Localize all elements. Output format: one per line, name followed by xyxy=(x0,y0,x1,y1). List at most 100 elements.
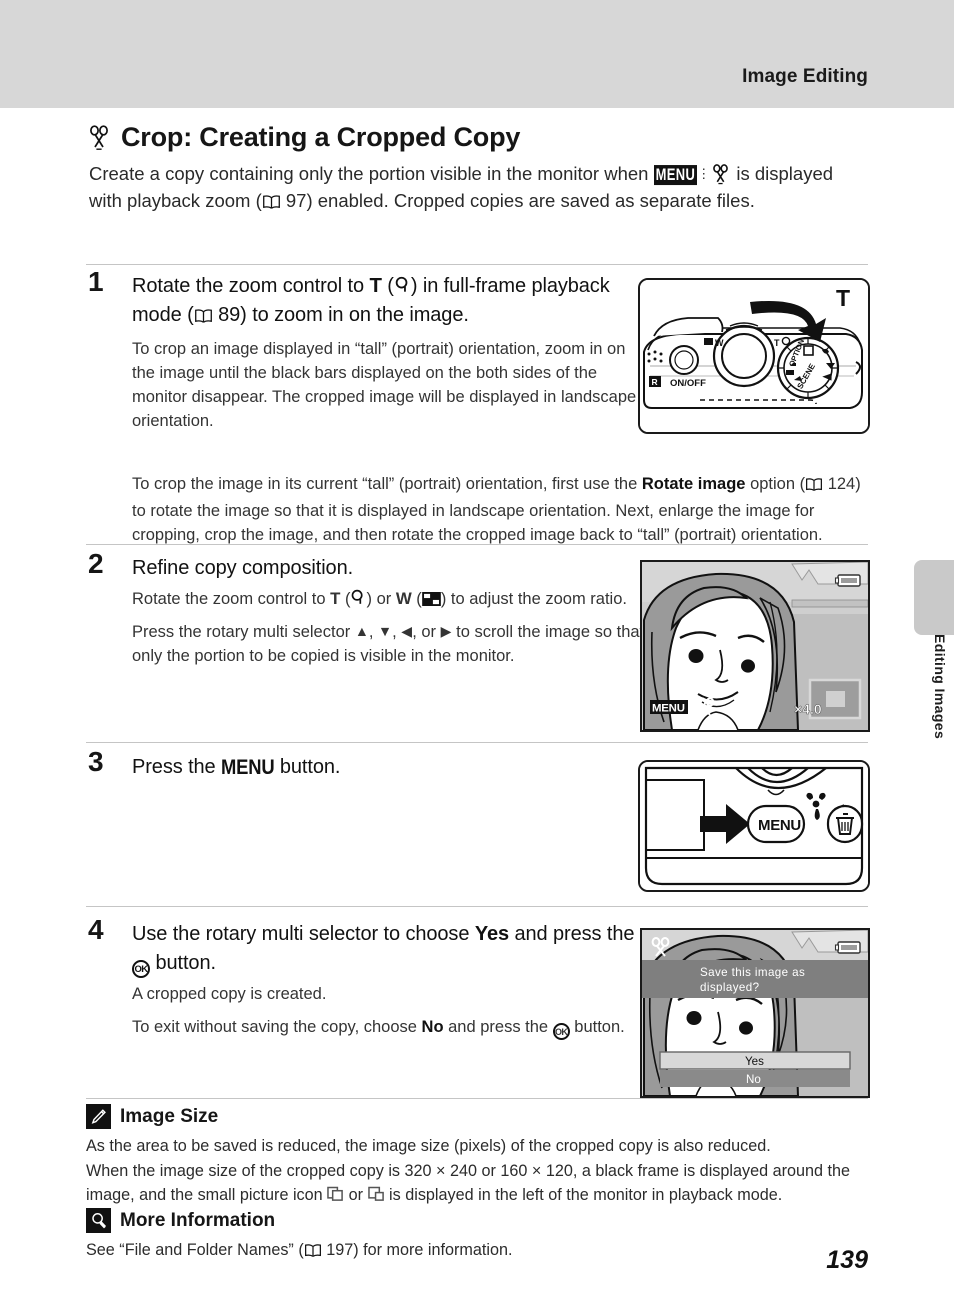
figure-monitor-playback-zoom: MENU : ×4.0 xyxy=(640,560,870,732)
step-2-para-2: Press the rotary multi selector ▲, ▼, ◀,… xyxy=(132,620,652,668)
side-tab-label: Editing Images xyxy=(932,634,948,740)
ok-button-icon: OK xyxy=(552,1023,570,1040)
arrow-down-icon: ▼ xyxy=(378,624,393,640)
step-1-head-d: ) to zoom in on the image. xyxy=(240,304,469,326)
step-2-p1-e: ) to adjust the zoom ratio. xyxy=(440,590,627,608)
note-line-2c: is displayed in the left of the monitor … xyxy=(384,1186,783,1204)
side-tab-marker xyxy=(914,560,954,635)
step-4-p2-c: button. xyxy=(569,1018,625,1036)
header-band xyxy=(0,0,954,108)
divider xyxy=(86,742,868,743)
step-4-p2-b: and press the xyxy=(443,1018,553,1036)
note2-page-ref: 197 xyxy=(326,1241,354,1259)
svg-text:R: R xyxy=(652,377,658,387)
figure-camera-back-menu-button: MENU xyxy=(638,760,870,892)
svg-text:T: T xyxy=(836,285,850,311)
svg-text:displayed?: displayed? xyxy=(700,981,760,994)
svg-text:No: No xyxy=(746,1073,761,1086)
step-3-heading: Press the MENU button. xyxy=(132,752,652,782)
note-line-2b: or xyxy=(344,1186,368,1204)
zoom-tele-label: T xyxy=(330,589,341,608)
zoom-wide-label: W xyxy=(395,589,412,608)
step-2-p2-a: Press the rotary multi selector xyxy=(132,623,355,641)
zoom-tele-label: T xyxy=(369,275,382,297)
small-picture-icon-320 xyxy=(327,1186,344,1202)
arrow-up-icon: ▲ xyxy=(354,624,369,640)
note-image-size: Image Size As the area to be saved is re… xyxy=(86,1104,886,1208)
step-2-p2-c: , xyxy=(392,623,402,641)
intro-text-1: Create a copy containing only the portio… xyxy=(89,163,654,184)
step-4-head-a: Use the rotary multi selector to choose xyxy=(132,923,475,945)
page-number: 139 xyxy=(826,1246,868,1274)
note2-line-a: See “File and Folder Names” ( xyxy=(86,1241,304,1259)
step-1-page-ref: 89 xyxy=(218,304,241,326)
divider xyxy=(86,544,868,545)
step-number: 4 xyxy=(88,914,104,945)
step-1-head-a: Rotate the zoom control to xyxy=(132,275,370,297)
note-body: As the area to be saved is reduced, the … xyxy=(86,1134,886,1208)
arrow-right-icon: ▶ xyxy=(440,624,452,640)
svg-text:MENU: MENU xyxy=(652,703,685,715)
svg-text:ON/OFF: ON/OFF xyxy=(670,378,706,389)
step-1-para-2: To crop the image in its current “tall” … xyxy=(132,475,861,544)
section-intro: Create a copy containing only the portio… xyxy=(89,160,867,217)
step-2-heading: Refine copy composition. xyxy=(132,557,354,579)
magnifier-icon xyxy=(394,276,411,294)
svg-text:Yes: Yes xyxy=(745,1055,764,1068)
choice-no-bold: No xyxy=(421,1018,444,1036)
svg-text:MENU: MENU xyxy=(758,817,801,834)
divider xyxy=(86,264,868,265)
book-reference-icon xyxy=(805,475,823,499)
step-4-p2-a: To exit without saving the copy, choose xyxy=(132,1018,422,1036)
step-2-p1-b: ( xyxy=(340,590,351,608)
book-reference-icon xyxy=(304,1241,322,1266)
figure-camera-top-zoom-control: W T ON/OFF R SCENE OPTION T xyxy=(638,278,870,434)
svg-text:W: W xyxy=(715,338,724,348)
scissors-icon xyxy=(710,164,731,185)
step-2-p2-d: , or xyxy=(412,623,441,641)
section-title: Crop: Creating a Cropped Copy xyxy=(121,122,521,152)
book-reference-icon xyxy=(194,304,213,333)
step-2-para-1: Rotate the zoom control to T () or W ( )… xyxy=(132,587,652,611)
step-4-para-1: A cropped copy is created. xyxy=(132,985,327,1003)
step-1-para-1: To crop an image displayed in “tall” (po… xyxy=(132,340,637,430)
step-1-heading: Rotate the zoom control to T ( ) in full… xyxy=(132,272,652,333)
small-picture-icon-160 xyxy=(367,1186,385,1202)
step-4-para-2: To exit without saving the copy, choose … xyxy=(132,1015,652,1040)
step-2-p1-a: Rotate the zoom control to xyxy=(132,590,331,608)
figure-monitor-save-confirm-dialog: Save this image as displayed? Yes No xyxy=(640,928,870,1098)
magnifier-icon xyxy=(86,1208,111,1233)
pencil-icon xyxy=(86,1104,111,1129)
rotate-image-option: Rotate image xyxy=(641,475,746,493)
note-line-1: As the area to be saved is reduced, the … xyxy=(86,1137,771,1155)
svg-text::: : xyxy=(690,703,693,715)
magnifier-icon xyxy=(350,589,366,606)
step-1-para2-page-ref: 124 xyxy=(827,475,856,493)
note-title: More Information xyxy=(120,1209,276,1231)
step-number: 1 xyxy=(88,266,104,297)
step-1-head-b: ( xyxy=(381,275,394,297)
divider xyxy=(86,1098,868,1099)
book-reference-icon xyxy=(262,190,281,217)
menu-button-label: MENU xyxy=(221,754,275,779)
step-4-head-c: button. xyxy=(150,952,216,974)
step-4-heading: Use the rotary multi selector to choose … xyxy=(132,920,652,978)
svg-text:Save this image as: Save this image as xyxy=(700,966,805,979)
menu-badge-inline: MENU xyxy=(653,165,698,185)
intro-text-3: ) enabled. Cropped copies are saved as s… xyxy=(306,190,755,211)
manual-page: Image Editing Editing Images Crop: Creat… xyxy=(0,0,954,1314)
header-title: Image Editing xyxy=(742,66,868,87)
thumbnail-grid-icon xyxy=(421,592,441,606)
note-more-information: More Information See “File and Folder Na… xyxy=(86,1208,886,1266)
step-number: 3 xyxy=(88,746,104,777)
note-body: See “File and Folder Names” ( 197) for m… xyxy=(86,1238,886,1266)
step-number: 2 xyxy=(88,548,104,579)
svg-text:T: T xyxy=(774,338,780,348)
note2-line-b: ) for more information. xyxy=(353,1241,513,1259)
svg-text:×4.0: ×4.0 xyxy=(794,701,822,717)
step-3-head-b: button. xyxy=(274,756,341,778)
divider xyxy=(86,906,868,907)
section-heading: Crop: Creating a Cropped Copy xyxy=(86,122,520,153)
scissors-icon xyxy=(86,124,112,151)
step-3-head-a: Press the xyxy=(132,756,222,778)
